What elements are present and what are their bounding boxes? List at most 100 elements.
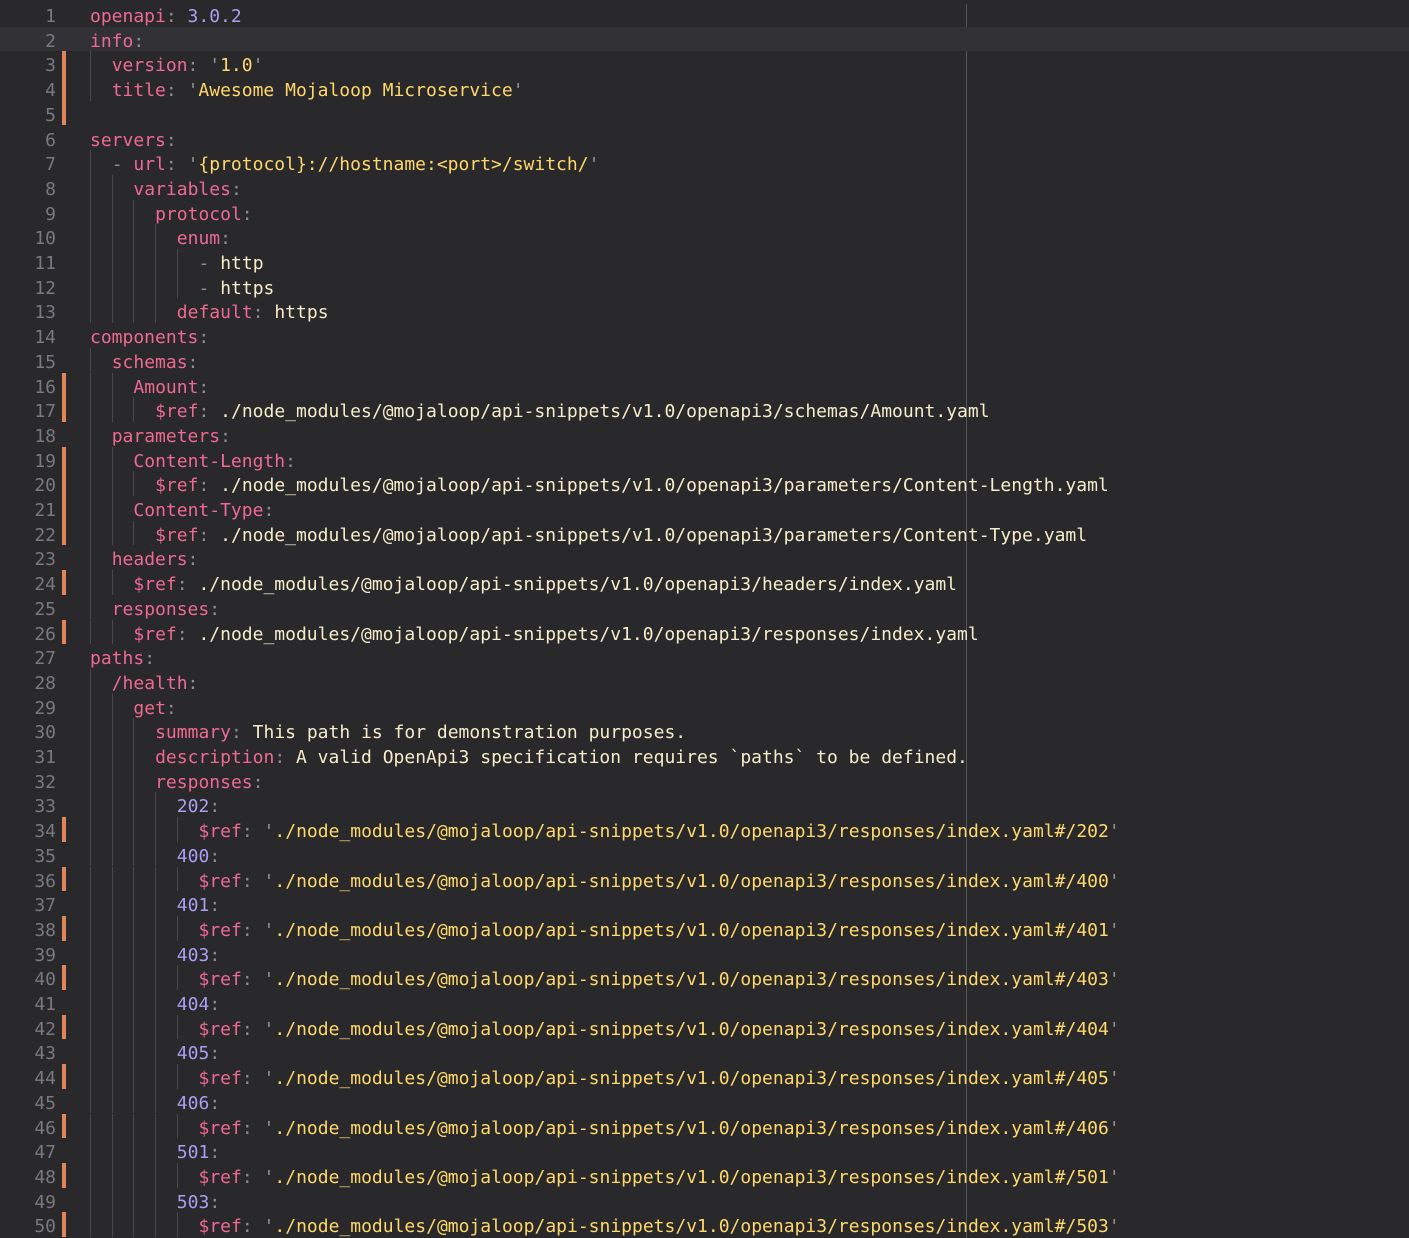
indent-guide	[176, 249, 178, 274]
code-token: '	[263, 821, 275, 843]
code-line[interactable]: 13 default: https	[0, 298, 1409, 323]
code-token: :	[241, 1166, 264, 1188]
code-token: components	[90, 327, 199, 349]
code-token: description	[155, 747, 275, 768]
code-token: :	[165, 154, 188, 176]
code-line[interactable]: 2 info:	[0, 26, 1409, 52]
code-line[interactable]: 15 schemas:	[0, 347, 1409, 373]
code-line[interactable]: 24 $ref: ./node_modules/@mojaloop/api-sni…	[0, 570, 1409, 595]
indent-guide	[111, 767, 113, 793]
code-line[interactable]: 48 $ref: './node_modules/@mojaloop/api-sn…	[0, 1162, 1409, 1188]
code-line[interactable]: 1 openapi: 3.0.2	[0, 2, 1409, 27]
code-token: Amount	[133, 376, 199, 398]
code-token: '	[263, 1068, 275, 1090]
code-line[interactable]: 3 version: '1.0'	[0, 51, 1409, 76]
code-line[interactable]: 44 $ref: './node_modules/@mojaloop/api-sn…	[0, 1064, 1409, 1089]
code-token: $ref	[198, 969, 242, 991]
code-line[interactable]: 4 title: 'Awesome Mojaloop Microservice'	[0, 76, 1409, 101]
indent-guide	[90, 915, 91, 941]
code-line[interactable]: 19 Content-Length:	[0, 446, 1409, 472]
code-token: Content-Length	[133, 450, 286, 472]
code-line[interactable]: 7- url: '{protocol}://hostname:<port>/sw…	[0, 150, 1409, 175]
code-line[interactable]: 5	[0, 100, 1409, 126]
code-line[interactable]: 37 401:	[0, 891, 1409, 916]
code-line[interactable]: 34 $ref: './node_modules/@mojaloop/api-sn…	[0, 817, 1409, 842]
code-line[interactable]: 25 responses:	[0, 594, 1409, 620]
code-token: :	[144, 648, 156, 670]
code-line[interactable]: 17 $ref: ./node_modules/@mojaloop/api-sni…	[0, 397, 1409, 422]
indent-guide	[90, 743, 91, 768]
code-line[interactable]: 40 $ref: './node_modules/@mojaloop/api-sn…	[0, 965, 1409, 990]
code-token: $ref	[155, 475, 199, 497]
code-token: :	[209, 1191, 221, 1213]
code-line[interactable]: 20 $ref: ./node_modules/@mojaloop/api-sni…	[0, 471, 1409, 496]
indent-guide	[111, 1113, 113, 1139]
code-line[interactable]: 32 responses:	[0, 767, 1409, 793]
code-line[interactable]: 38 $ref: './node_modules/@mojaloop/api-sn…	[0, 915, 1409, 941]
code-line[interactable]: 10 enum:	[0, 224, 1409, 249]
indent-guide	[111, 1039, 113, 1065]
indent-guide	[90, 1039, 91, 1065]
code-line[interactable]: 50 $ref: './node_modules/@mojaloop/api-sn…	[0, 1212, 1409, 1237]
indent-guide	[133, 471, 135, 496]
code-line[interactable]: 26 $ref: ./node_modules/@mojaloop/api-sni…	[0, 619, 1409, 645]
code-token: $ref	[198, 870, 242, 892]
indent-guide	[133, 743, 135, 768]
code-token: 400	[176, 845, 210, 867]
code-token: ./node_modules/@mojaloop/api-snippets/v1…	[274, 1166, 1109, 1188]
code-line[interactable]: 29 get:	[0, 693, 1409, 719]
code-token: :	[274, 747, 296, 768]
code-line[interactable]: 9 protocol:	[0, 199, 1409, 225]
code-line[interactable]: 11- http	[0, 249, 1409, 274]
code-line[interactable]: 18 parameters:	[0, 421, 1409, 447]
indent-guide	[133, 965, 135, 990]
code-token: :	[230, 178, 242, 200]
code-token: 403	[176, 944, 210, 966]
code-line[interactable]: 12- https	[0, 273, 1409, 299]
code-line[interactable]: 6 servers:	[0, 126, 1409, 151]
code-line[interactable]: 46 $ref: './node_modules/@mojaloop/api-sn…	[0, 1113, 1409, 1139]
code-editor[interactable]: 1 openapi: 3.0.2 2 info: 3 version: '1.0' 4 tit…	[0, 0, 1409, 1238]
indent-guide	[90, 199, 91, 225]
code-line[interactable]: 8 variables:	[0, 174, 1409, 200]
indent-guide	[111, 1212, 113, 1237]
code-line[interactable]: 27 paths:	[0, 644, 1409, 669]
code-line[interactable]: 33 202:	[0, 792, 1409, 817]
code-line[interactable]: 35 400:	[0, 841, 1409, 867]
code-line[interactable]: 43 405:	[0, 1039, 1409, 1064]
code-line[interactable]: 41 404:	[0, 990, 1409, 1015]
indent-guide	[155, 1014, 157, 1040]
indent-guide	[111, 298, 113, 324]
indent-guide	[90, 520, 91, 546]
code-line[interactable]: 39 403:	[0, 940, 1409, 966]
code-token: '	[1108, 1018, 1120, 1040]
code-line[interactable]: 49 503:	[0, 1187, 1409, 1213]
code-token: protocol	[155, 203, 242, 225]
code-line[interactable]: 31 description: A valid OpenApi3 specific…	[0, 743, 1409, 768]
code-line[interactable]: 45 406:	[0, 1088, 1409, 1114]
code-line[interactable]: 22 $ref: ./node_modules/@mojaloop/api-sni…	[0, 520, 1409, 546]
code-line[interactable]: 14 components:	[0, 323, 1409, 348]
indent-guide	[111, 174, 113, 200]
code-line[interactable]: 42 $ref: './node_modules/@mojaloop/api-sn…	[0, 1014, 1409, 1040]
indent-guide	[111, 891, 113, 916]
indent-guide	[176, 915, 178, 941]
code-line[interactable]: 16 Amount:	[0, 372, 1409, 398]
code-line[interactable]: 36 $ref: './node_modules/@mojaloop/api-sn…	[0, 866, 1409, 892]
code-line[interactable]: 28/health:	[0, 668, 1409, 694]
code-token: $ref	[198, 1117, 242, 1139]
code-token: :	[241, 821, 264, 843]
indent-guide	[133, 866, 135, 892]
code-line[interactable]: 30 summary: This path is for demonstratio…	[0, 718, 1409, 743]
code-token: '	[263, 870, 275, 892]
code-token: https	[220, 277, 275, 299]
indent-guide	[90, 76, 91, 101]
code-line[interactable]: 21 Content-Type:	[0, 496, 1409, 521]
code-line[interactable]: 47 501:	[0, 1138, 1409, 1163]
code-token: default	[176, 302, 253, 324]
indent-guide	[90, 668, 91, 694]
indent-guide	[133, 273, 135, 299]
code-line[interactable]: 23 headers:	[0, 545, 1409, 570]
indent-guide	[111, 570, 113, 595]
indent-guide	[133, 817, 135, 842]
